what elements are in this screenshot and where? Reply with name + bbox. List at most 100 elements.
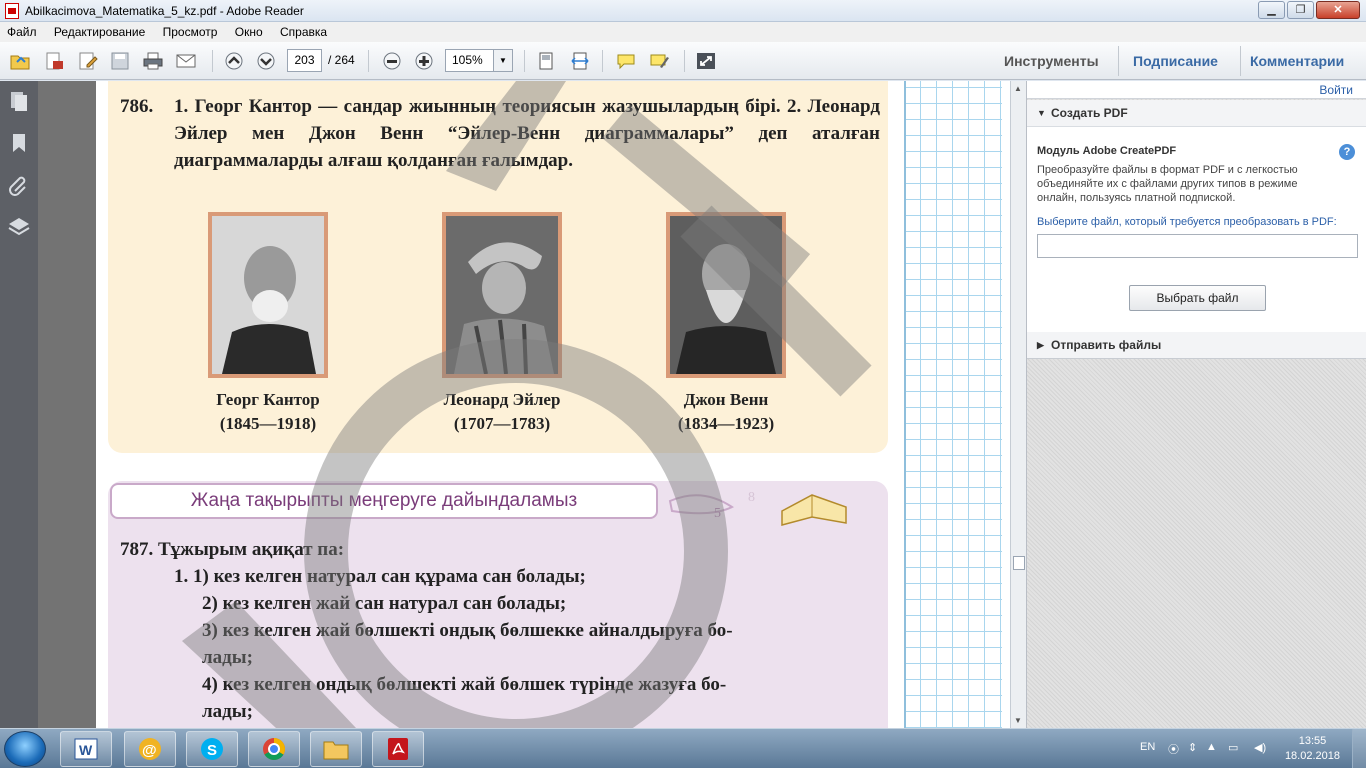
mail-icon: @ [139, 738, 161, 760]
menu-help[interactable]: Справка [273, 22, 334, 42]
menu-window[interactable]: Окно [228, 22, 270, 42]
clock-date: 18.02.2018 [1284, 750, 1340, 762]
collapsed-triangle-icon: ▶ [1037, 340, 1044, 350]
fit-width-icon[interactable] [568, 50, 592, 72]
svg-text:8: 8 [748, 490, 755, 505]
vertical-scrollbar[interactable]: ▲ ▼ [1010, 81, 1026, 728]
volume-icon[interactable]: ◀) [1254, 741, 1266, 754]
help-icon[interactable]: ? [1339, 144, 1355, 160]
module-title: Модуль Adobe CreatePDF [1037, 145, 1177, 157]
person-years: (1834—1923) [677, 414, 775, 433]
person-name: Леонард Эйлер [443, 390, 561, 409]
menu-view[interactable]: Просмотр [156, 22, 225, 42]
document-view[interactable]: 786. 1. Георг Кантор — сандар жиынның те… [38, 81, 1010, 728]
select-file-button[interactable]: Выбрать файл [1129, 285, 1266, 311]
fullscreen-icon[interactable] [694, 50, 718, 72]
close-button[interactable]: ✕ [1316, 1, 1360, 19]
adobe-reader-icon [5, 3, 19, 19]
send-files-section: ▶ Отправить файлы [1027, 332, 1366, 359]
zoom-select[interactable]: 105% ▼ [445, 49, 513, 72]
tools-panel: Войти ▼ Создать PDF Модуль Adobe CreateP… [1026, 81, 1366, 728]
window-title: Abilkacimova_Matematika_5_kz.pdf - Adobe… [25, 4, 304, 18]
select-file-label: Выберите файл, который требуется преобра… [1037, 216, 1337, 228]
clock[interactable]: 13:55 18.02.2018 [1285, 734, 1340, 764]
clock-time: 13:55 [1298, 735, 1327, 747]
create-pdf-title: Создать PDF [1051, 106, 1128, 120]
send-files-header[interactable]: ▶ Отправить файлы [1027, 332, 1366, 358]
chrome-app-button[interactable] [248, 731, 300, 767]
previous-page-icon[interactable] [222, 50, 246, 72]
layers-icon[interactable] [7, 215, 31, 239]
scroll-up-icon[interactable]: ▲ [1014, 84, 1022, 93]
fit-page-icon[interactable] [534, 50, 558, 72]
print-icon[interactable] [141, 50, 165, 72]
attachments-icon[interactable] [7, 173, 31, 197]
tab-sign[interactable]: Подписание [1133, 53, 1218, 69]
page-number-input[interactable]: 203 [287, 49, 322, 72]
create-pdf-icon[interactable] [42, 50, 66, 72]
menu-bar: Файл Редактирование Просмотр Окно Справк… [0, 22, 1366, 42]
folder-icon [323, 741, 349, 760]
skype-app-button[interactable]: S [186, 731, 238, 767]
exercise-787-line: лады; [202, 647, 253, 668]
tab-comments[interactable]: Комментарии [1250, 53, 1344, 69]
svg-text:S: S [207, 742, 217, 759]
sign-in-link[interactable]: Войти [1319, 83, 1353, 97]
show-hidden-icons-icon[interactable]: ▲ [1206, 741, 1217, 753]
taskbar: W @ S EN ⦿ ⇕ ▲ ▭ ◀) 13:55 18.02.2018 [0, 728, 1366, 768]
adobe-reader-app-button[interactable] [372, 731, 424, 767]
navigation-pane [0, 81, 38, 728]
person-years: (1845—1918) [219, 414, 317, 433]
open-file-icon[interactable] [8, 50, 32, 72]
language-indicator[interactable]: EN [1140, 741, 1155, 753]
email-icon[interactable] [174, 50, 198, 72]
word-app-button[interactable]: W [60, 731, 112, 767]
maximize-button[interactable]: ❐ [1287, 1, 1314, 19]
create-pdf-header[interactable]: ▼ Создать PDF [1027, 100, 1366, 126]
skype-tray-icon[interactable]: ⦿ [1168, 741, 1179, 757]
save-icon[interactable] [108, 50, 132, 72]
chrome-icon [263, 738, 285, 760]
page-total: / 264 [328, 53, 355, 67]
mail-app-button[interactable]: @ [124, 731, 176, 767]
chevron-down-icon[interactable]: ▼ [493, 50, 512, 71]
next-page-icon[interactable] [254, 50, 278, 72]
caption-cantor: Георг Кантор (1845—1918) [168, 388, 368, 436]
explorer-app-button[interactable] [310, 731, 362, 767]
edit-icon[interactable] [76, 50, 100, 72]
exercise-787-line: лады; [202, 701, 253, 722]
exercise-787-line: 4) кез келген ондық бөлшекті жай бөлшек … [202, 674, 727, 695]
pages-icon[interactable] [7, 89, 31, 113]
exercise-787-title: 787. Тұжырым ақиқат па: [120, 539, 345, 560]
file-path-field[interactable] [1037, 234, 1358, 258]
zoom-in-icon[interactable] [412, 50, 436, 72]
show-desktop-button[interactable] [1352, 729, 1366, 768]
scroll-down-icon[interactable]: ▼ [1014, 716, 1022, 725]
tray-arrows-icon[interactable]: ⇕ [1188, 741, 1197, 754]
skype-icon: S [201, 738, 223, 760]
scrollbar-thumb[interactable] [1013, 556, 1025, 570]
portrait-venn [666, 212, 786, 378]
grid-margin [904, 81, 1002, 728]
tab-tools[interactable]: Инструменты [1004, 53, 1099, 69]
create-pdf-section: ▼ Создать PDF Модуль Adobe CreatePDF ? П… [1027, 100, 1366, 355]
caption-venn: Джон Венн (1834—1923) [626, 388, 826, 436]
menu-edit[interactable]: Редактирование [47, 22, 152, 42]
person-name: Джон Венн [683, 390, 769, 409]
exercise-786-number: 786. [120, 96, 154, 117]
comment-icon[interactable] [614, 50, 638, 72]
title-bar: Abilkacimova_Matematika_5_kz.pdf - Adobe… [0, 0, 1366, 22]
start-button[interactable] [4, 731, 46, 767]
highlight-icon[interactable] [647, 50, 671, 72]
module-description: Преобразуйте файлы в формат PDF и с легк… [1037, 164, 1298, 204]
minimize-button[interactable]: ▁ [1258, 1, 1285, 19]
exercise-786-text: 1. Георг Кантор — сандар жиынның теорияс… [174, 96, 880, 171]
zoom-out-icon[interactable] [380, 50, 404, 72]
network-icon[interactable]: ▭ [1228, 741, 1238, 754]
caption-euler: Леонард Эйлер (1707—1783) [402, 388, 602, 436]
pdf-page: 786. 1. Георг Кантор — сандар жиынның те… [96, 81, 1010, 728]
menu-file[interactable]: Файл [0, 22, 44, 42]
person-name: Георг Кантор [216, 390, 320, 409]
bookmarks-icon[interactable] [7, 131, 31, 155]
exercise-787-line: 3) кез келген жай бөлшекті ондық бөлшекк… [202, 620, 733, 641]
